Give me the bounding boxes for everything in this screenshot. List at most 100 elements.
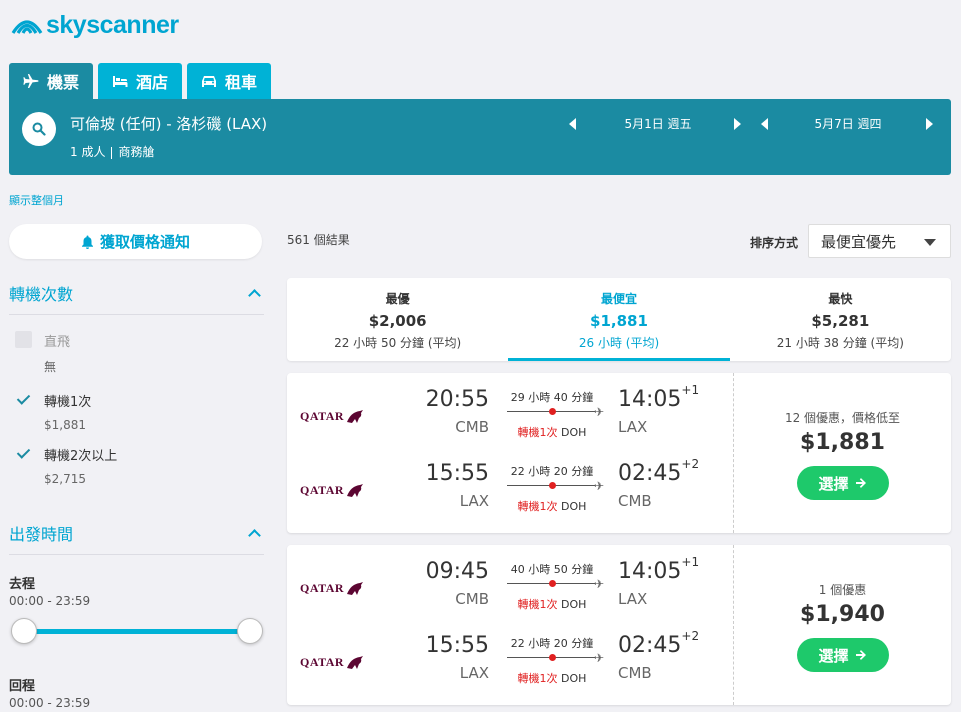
return-date-nav: 5月7日 週四 (761, 115, 933, 132)
summary-tab-best[interactable]: 最優 $2,006 22 小時 50 分鐘 (平均) (287, 278, 508, 361)
search-route[interactable]: 可倫坡 (任何) - 洛杉磯 (LAX) (70, 113, 267, 134)
airline-name: QATAR (300, 655, 345, 669)
tab-car-hire[interactable]: 租車 (187, 63, 272, 99)
tab-hotels[interactable]: 酒店 (98, 63, 183, 99)
airline-logo: QATAR (300, 483, 364, 498)
arrow-right-icon (855, 478, 866, 488)
stop-option-one-stop[interactable]: 轉機1次 $1,881 (15, 391, 91, 432)
sort-dropdown[interactable]: 最便宜優先 (808, 224, 951, 258)
show-whole-month-link[interactable]: 顯示整個月 (9, 192, 64, 208)
offers-count: 1 個優惠 (818, 583, 867, 597)
vertical-tabs: 機票 酒店 租車 (9, 63, 272, 99)
summary-duration: 21 小時 38 分鐘 (平均) (776, 336, 904, 350)
sunrise-logo-icon (11, 20, 43, 34)
flight-duration: 22 小時 20 分鐘 (510, 465, 594, 478)
plane-icon: ✈ (594, 577, 605, 591)
summary-tab-cheapest[interactable]: 最便宜 $1,881 26 小時 (平均) (508, 278, 730, 361)
chevron-up-icon (248, 528, 261, 542)
stopover-dot (549, 482, 556, 489)
arrival-time: 02:45+2 (618, 457, 699, 486)
departure-time-filter-header[interactable]: 出發時間 (9, 521, 264, 555)
search-passengers-cabin[interactable]: 1 成人 商務艙 (70, 143, 154, 160)
one-stop-checkbox[interactable] (15, 391, 32, 408)
arrival-airport: LAX (618, 590, 648, 608)
summary-title: 最快 (828, 292, 853, 306)
deal-price: $1,940 (800, 602, 885, 627)
return-prev-day-button[interactable] (761, 117, 768, 130)
sort-summary-tabs: 最優 $2,006 22 小時 50 分鐘 (平均) 最便宜 $1,881 26… (287, 278, 951, 361)
select-button[interactable]: 選擇 (796, 466, 889, 500)
outbound-time-range: 00:00 - 23:59 (9, 594, 91, 608)
departure-airport: CMB (455, 418, 489, 436)
skyscanner-logo[interactable]: skyscanner (10, 10, 179, 40)
summary-title: 最優 (385, 292, 410, 306)
edit-search-button[interactable] (22, 112, 56, 146)
select-button[interactable]: 選擇 (796, 638, 889, 672)
flight-duration: 22 小時 20 分鐘 (510, 637, 594, 650)
stop-option-label: 轉機2次以上 (44, 449, 118, 464)
sort-selected-value: 最便宜優先 (821, 232, 897, 251)
oryx-logo-icon (347, 409, 364, 423)
depart-prev-day-button[interactable] (569, 117, 576, 130)
summary-tab-fastest[interactable]: 最快 $5,281 21 小時 38 分鐘 (平均) (730, 278, 951, 361)
summary-duration: 26 小時 (平均) (578, 336, 660, 350)
airline-logo: QATAR (300, 655, 364, 670)
outbound-leg: QATAR 20:55 CMB 29 小時 40 分鐘 ✈ 轉機1次 DOH 1… (287, 383, 733, 447)
oryx-logo-icon (347, 483, 364, 497)
departure-time: 15:55 (425, 633, 489, 658)
day-offset: +1 (681, 555, 700, 569)
arrival-time-value: 02:45 (618, 633, 682, 658)
stop-option-two-plus[interactable]: 轉機2次以上 $2,715 (15, 445, 117, 486)
stops-info: 轉機1次 DOH (507, 424, 597, 440)
arrival-time-value: 14:05 (618, 559, 682, 584)
flight-duration: 40 小時 50 分鐘 (510, 563, 594, 576)
airline-logo: QATAR (300, 409, 364, 424)
outbound-slider-max-handle[interactable] (237, 618, 263, 644)
depart-date[interactable]: 5月1日 週五 (622, 115, 694, 132)
offers-count: 12 個優惠，價格低至 (784, 411, 901, 425)
stop-option-direct[interactable]: 直飛 無 (15, 331, 70, 375)
depart-next-day-button[interactable] (734, 117, 741, 130)
summary-duration: 22 小時 50 分鐘 (平均) (334, 336, 462, 350)
departure-time: 09:45 (425, 559, 489, 584)
summary-price: $1,881 (590, 312, 648, 330)
via-airport: DOH (561, 500, 587, 513)
divider (111, 146, 113, 159)
deal-price: $1,881 (800, 430, 885, 455)
via-airport: DOH (561, 598, 587, 611)
result-card[interactable]: QATAR 09:45 CMB 40 小時 50 分鐘 ✈ 轉機1次 DOH 1… (287, 545, 951, 705)
return-leg: QATAR 15:55 LAX 22 小時 20 分鐘 ✈ 轉機1次 DOH 0… (287, 629, 733, 693)
chevron-up-icon (248, 288, 261, 302)
stops-filter-title: 轉機次數 (9, 285, 74, 304)
stops-filter-header[interactable]: 轉機次數 (9, 281, 264, 315)
arrival-time: 02:45+2 (618, 629, 699, 658)
return-date[interactable]: 5月7日 週四 (812, 115, 884, 132)
stop-option-price: $1,881 (44, 418, 86, 432)
stops-count: 轉機1次 (517, 426, 558, 439)
stopover-dot (549, 408, 556, 415)
arrival-time-value: 14:05 (618, 387, 682, 412)
summary-price: $2,006 (368, 312, 427, 330)
flight-duration: 29 小時 40 分鐘 (510, 391, 594, 404)
plane-icon: ✈ (594, 405, 605, 419)
return-next-day-button[interactable] (926, 117, 933, 130)
arrival-time: 14:05+1 (618, 555, 699, 584)
tab-flights[interactable]: 機票 (9, 63, 94, 99)
outbound-time-slider[interactable] (24, 629, 250, 634)
day-offset: +2 (681, 629, 700, 643)
passengers-count: 1 成人 (70, 145, 106, 159)
summary-title: 最便宜 (600, 292, 637, 306)
price-alert-button[interactable]: 獲取價格通知 (9, 224, 262, 259)
two-plus-stops-checkbox[interactable] (15, 445, 32, 462)
direct-checkbox[interactable] (15, 331, 32, 348)
day-offset: +1 (681, 383, 700, 397)
stops-info: 轉機1次 DOH (507, 498, 597, 514)
result-card[interactable]: QATAR 20:55 CMB 29 小時 40 分鐘 ✈ 轉機1次 DOH 1… (287, 373, 951, 533)
arrival-airport: CMB (618, 492, 652, 510)
departure-airport: LAX (459, 664, 489, 682)
stop-option-label: 轉機1次 (44, 395, 92, 410)
stop-option-price: 無 (44, 360, 57, 374)
departure-time: 15:55 (425, 461, 489, 486)
dropdown-arrow-icon (924, 239, 936, 246)
outbound-slider-min-handle[interactable] (11, 618, 37, 644)
